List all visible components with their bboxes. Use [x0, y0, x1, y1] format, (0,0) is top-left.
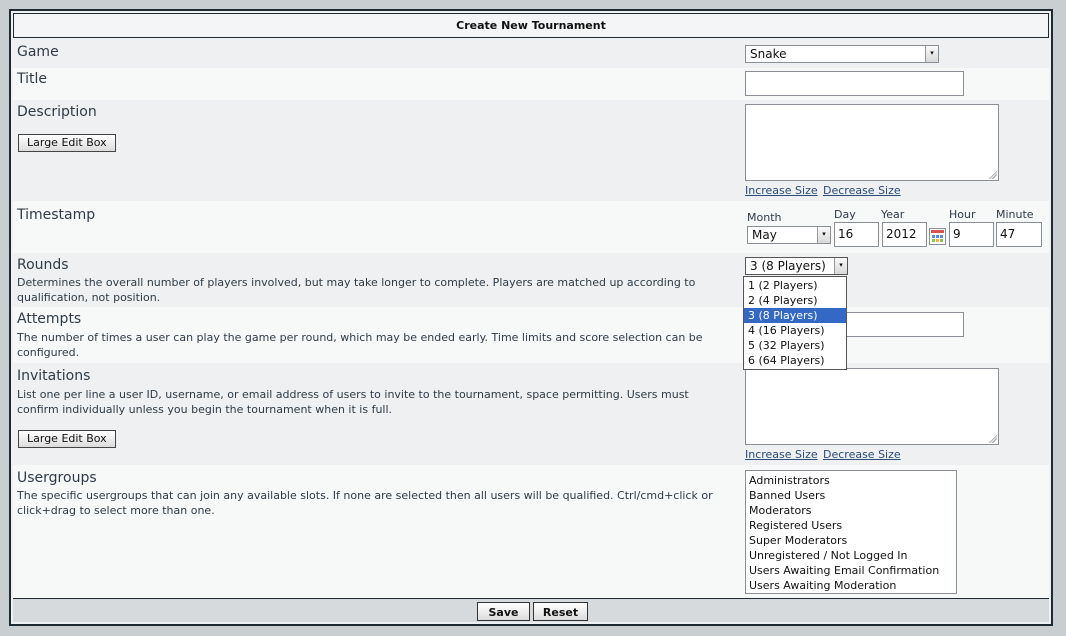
description-large-edit-button[interactable]: Large Edit Box [18, 134, 116, 152]
month-select-value: May [752, 228, 777, 242]
game-row: Game Snake ▾ [13, 38, 1049, 68]
rounds-select[interactable]: 3 (8 Players) ▾ [745, 257, 848, 275]
rounds-option[interactable]: 6 (64 Players) [744, 353, 846, 368]
chevron-down-icon: ▾ [817, 227, 830, 243]
usergroup-option[interactable]: Super Moderators [746, 533, 956, 548]
rounds-label: Rounds [17, 257, 69, 273]
usergroup-option[interactable]: Moderators [746, 503, 956, 518]
rounds-option[interactable]: 4 (16 Players) [744, 323, 846, 338]
invitations-label: Invitations [17, 368, 91, 384]
title-label: Title [17, 71, 48, 87]
minute-label: Minute [996, 208, 1034, 221]
resize-grip-icon[interactable] [989, 171, 997, 179]
chevron-down-icon: ▾ [925, 46, 938, 62]
rounds-option[interactable]: 5 (32 Players) [744, 338, 846, 353]
invitations-decrease-size-link[interactable]: Decrease Size [823, 448, 901, 461]
usergroup-option[interactable]: Banned Users [746, 488, 956, 503]
description-label: Description [17, 104, 97, 120]
rounds-description: Determines the overall number of players… [17, 276, 696, 304]
reset-button[interactable]: Reset [533, 602, 588, 621]
rounds-select-value: 3 (8 Players) [750, 259, 826, 273]
rounds-dropdown-list[interactable]: 1 (2 Players) 2 (4 Players) 3 (8 Players… [743, 276, 847, 370]
hour-input[interactable]: 9 [949, 222, 994, 247]
timestamp-label: Timestamp [17, 207, 96, 223]
usergroups-description: The specific usergroups that can join an… [17, 489, 713, 517]
description-increase-size-link[interactable]: Increase Size [745, 184, 818, 197]
chevron-down-icon: ▾ [834, 258, 847, 274]
day-label: Day [834, 208, 856, 221]
form-title: Create New Tournament [13, 13, 1049, 38]
hour-label: Hour [949, 208, 976, 221]
invitations-description: List one per line a user ID, username, o… [17, 388, 689, 416]
year-label: Year [881, 208, 905, 221]
invitations-row: Invitations List one per line a user ID,… [13, 363, 1049, 465]
minute-input[interactable]: 47 [996, 222, 1042, 247]
rounds-option[interactable]: 2 (4 Players) [744, 293, 846, 308]
attempts-description: The number of times a user can play the … [17, 331, 703, 359]
usergroup-option[interactable]: Unregistered / Not Logged In [746, 548, 956, 563]
usergroups-listbox[interactable]: Administrators Banned Users Moderators R… [745, 470, 957, 594]
usergroup-option[interactable]: Administrators [746, 473, 956, 488]
rounds-option[interactable]: 1 (2 Players) [744, 278, 846, 293]
invitations-large-edit-button[interactable]: Large Edit Box [18, 430, 116, 448]
description-textarea[interactable] [745, 104, 999, 181]
usergroups-row: Usergroups The specific usergroups that … [13, 465, 1049, 598]
resize-grip-icon[interactable] [989, 435, 997, 443]
form-footer: Save Reset [13, 598, 1049, 622]
usergroup-option[interactable]: Registered Users [746, 518, 956, 533]
day-input[interactable]: 16 [834, 222, 879, 247]
invitations-increase-size-link[interactable]: Increase Size [745, 448, 818, 461]
description-decrease-size-link[interactable]: Decrease Size [823, 184, 901, 197]
year-input[interactable]: 2012 [882, 222, 927, 247]
usergroup-option[interactable]: Users Awaiting Email Confirmation [746, 563, 956, 578]
title-row: Title [13, 68, 1049, 100]
usergroup-option[interactable]: Users Awaiting Moderation [746, 578, 956, 593]
month-select[interactable]: May ▾ [747, 226, 831, 244]
attempts-label: Attempts [17, 311, 82, 327]
game-select[interactable]: Snake ▾ [745, 45, 939, 63]
timestamp-row: Timestamp Month Day Year Hour Minute May… [13, 201, 1049, 253]
save-button[interactable]: Save [477, 602, 530, 621]
attempts-row: Attempts The number of times a user can … [13, 307, 1049, 363]
rounds-row: Rounds Determines the overall number of … [13, 253, 1049, 307]
month-label: Month [747, 211, 782, 224]
calendar-icon[interactable] [929, 228, 946, 245]
game-label: Game [17, 44, 59, 60]
rounds-option-selected[interactable]: 3 (8 Players) [744, 308, 846, 323]
title-input[interactable] [745, 71, 964, 96]
invitations-textarea[interactable] [745, 368, 999, 445]
usergroups-label: Usergroups [17, 470, 97, 486]
tournament-form: Create New Tournament Game Snake ▾ Title… [9, 9, 1053, 626]
game-select-value: Snake [750, 47, 787, 61]
description-row: Description Large Edit Box Increase Size… [13, 100, 1049, 201]
